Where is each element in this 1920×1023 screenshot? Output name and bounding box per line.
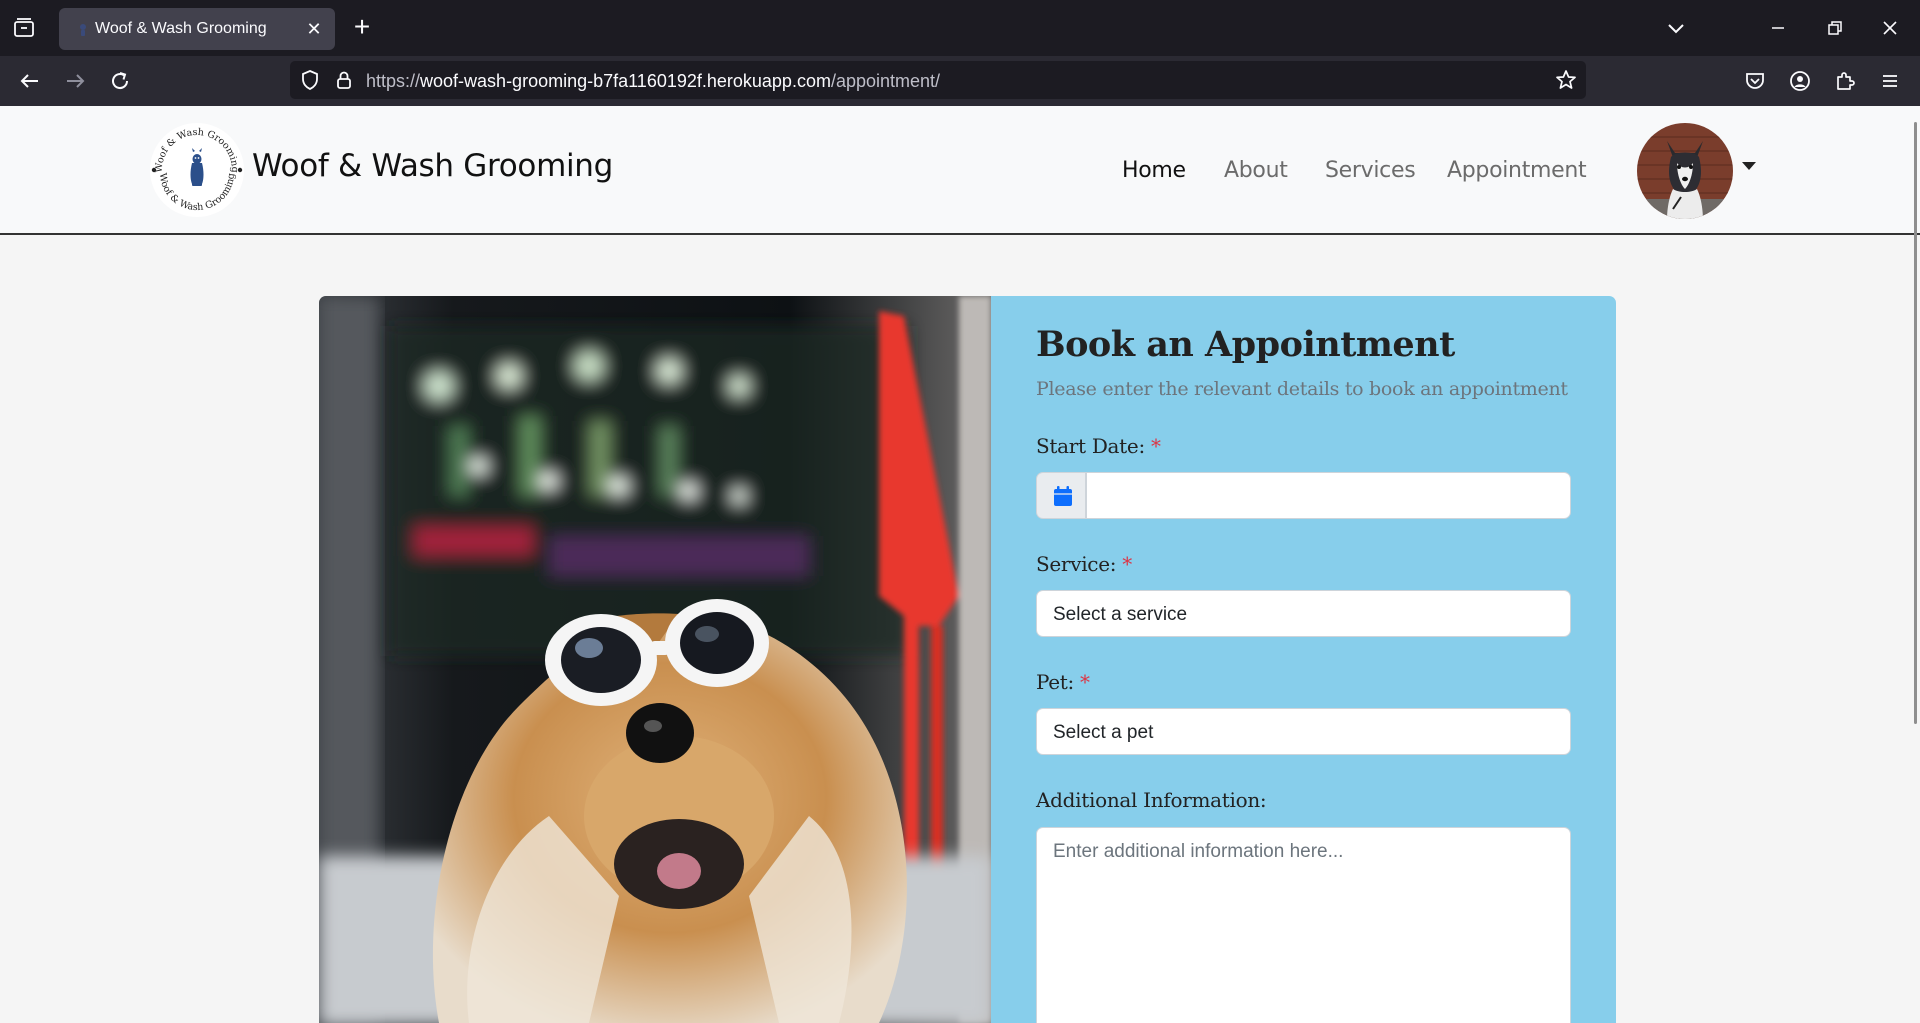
service-label-text: Service:: [1036, 552, 1117, 576]
url-domain: woof-wash-grooming-b7fa1160192f.herokuap…: [420, 71, 831, 91]
form-subtitle: Please enter the relevant details to boo…: [1036, 378, 1568, 400]
brand-name[interactable]: Woof & Wash Grooming: [252, 148, 613, 184]
extensions-icon[interactable]: [1832, 68, 1858, 94]
url-prefix: https://: [366, 71, 421, 91]
pet-label-text: Pet:: [1036, 670, 1074, 694]
user-menu-caret-icon[interactable]: [1742, 162, 1756, 170]
tab-title: Woof & Wash Grooming: [95, 20, 267, 37]
reload-icon[interactable]: [107, 68, 133, 94]
appointment-form: Book an Appointment Please enter the rel…: [991, 296, 1616, 1023]
pet-label: Pet: *: [1036, 670, 1090, 694]
additional-info-placeholder: Enter additional information here...: [1053, 841, 1344, 862]
tracking-shield-icon[interactable]: [298, 68, 322, 92]
nav-services[interactable]: Services: [1325, 158, 1416, 183]
close-window-icon[interactable]: [1876, 14, 1904, 42]
brand-logo[interactable]: Woof & Wash Grooming Woof & Wash Groomin…: [148, 121, 246, 219]
start-date-label: Start Date: *: [1036, 434, 1161, 458]
bookmark-star-icon[interactable]: [1554, 68, 1578, 92]
page-scrollbar[interactable]: [1914, 122, 1917, 724]
tab-list-icon[interactable]: [12, 16, 38, 40]
dog-favicon-icon: [75, 21, 91, 37]
url-bar[interactable]: https://woof-wash-grooming-b7fa1160192f.…: [290, 61, 1586, 99]
form-title: Book an Appointment: [1036, 324, 1455, 365]
required-asterisk: *: [1080, 670, 1090, 694]
calendar-icon: [1054, 486, 1072, 506]
restore-icon[interactable]: [1820, 14, 1848, 42]
url-path: /appointment/: [830, 71, 941, 91]
pocket-icon[interactable]: [1742, 68, 1768, 94]
required-asterisk: *: [1150, 434, 1161, 458]
lock-icon[interactable]: [332, 68, 356, 92]
menu-icon[interactable]: [1877, 68, 1903, 94]
start-date-field: [1036, 472, 1571, 519]
pet-select-value: Select a pet: [1053, 722, 1154, 743]
start-date-input[interactable]: [1086, 472, 1571, 519]
browser-tab-active[interactable]: Woof & Wash Grooming ✕: [59, 8, 335, 50]
start-date-label-text: Start Date:: [1036, 434, 1145, 458]
site-header: Woof & Wash Grooming Woof & Wash Groomin…: [0, 106, 1920, 235]
appointment-card: Book an Appointment Please enter the rel…: [319, 296, 1616, 1023]
tab-close-icon[interactable]: ✕: [303, 18, 325, 40]
additional-info-textarea[interactable]: Enter additional information here...: [1036, 827, 1571, 1023]
back-icon[interactable]: [17, 68, 43, 94]
list-all-tabs-icon[interactable]: [1662, 14, 1690, 42]
new-tab-button[interactable]: +: [348, 13, 376, 42]
forward-icon[interactable]: [62, 68, 88, 94]
required-asterisk: *: [1122, 552, 1132, 576]
dog-sunglasses-photo: [319, 296, 991, 1023]
user-avatar[interactable]: [1637, 123, 1733, 219]
nav-about[interactable]: About: [1224, 158, 1288, 183]
additional-info-label: Additional Information:: [1036, 788, 1267, 812]
browser-tab-bar: Woof & Wash Grooming ✕ +: [0, 0, 1920, 56]
nav-home[interactable]: Home: [1122, 158, 1186, 183]
date-picker-button[interactable]: [1036, 472, 1086, 519]
pet-select[interactable]: Select a pet: [1036, 708, 1571, 755]
service-select-value: Select a service: [1053, 604, 1188, 625]
account-icon[interactable]: [1787, 68, 1813, 94]
nav-appointment[interactable]: Appointment: [1447, 158, 1587, 183]
service-select[interactable]: Select a service: [1036, 590, 1571, 637]
url-text[interactable]: https://woof-wash-grooming-b7fa1160192f.…: [366, 71, 940, 92]
service-label: Service: *: [1036, 552, 1132, 576]
minimize-icon[interactable]: [1764, 14, 1792, 42]
